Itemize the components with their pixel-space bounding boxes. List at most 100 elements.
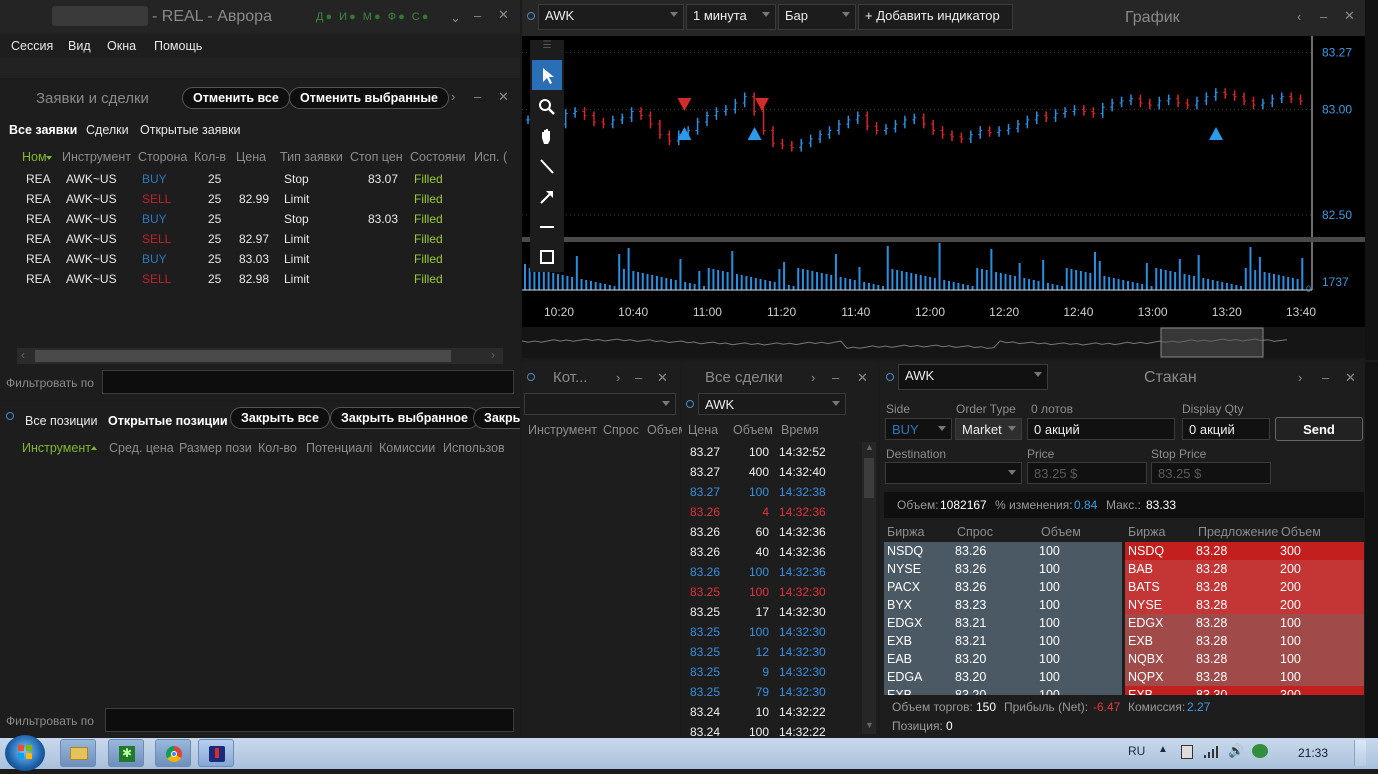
ask-row[interactable]: NQBX 83.28 100 xyxy=(1125,650,1364,668)
menu-view[interactable]: Вид xyxy=(68,39,91,53)
minimize-icon[interactable]: – xyxy=(474,89,481,104)
bid-row[interactable]: BYX 83.23 100 xyxy=(884,596,1122,614)
add-indicator-button[interactable]: + Добавить индикатор xyxy=(858,4,1013,30)
chevron-right-icon[interactable]: › xyxy=(811,370,815,385)
scroll-left-icon[interactable]: ‹ xyxy=(21,348,25,362)
cursor-tool-icon[interactable] xyxy=(532,60,562,90)
col-price[interactable]: Цена xyxy=(688,423,718,437)
update-tray-icon[interactable] xyxy=(1252,744,1268,758)
col-order-type[interactable]: Тип заявки xyxy=(280,150,343,164)
trade-row[interactable]: 83.24 10 14:32:22 xyxy=(682,702,860,722)
bid-row[interactable]: EXB 83.21 100 xyxy=(884,632,1122,650)
hand-tool-icon[interactable] xyxy=(532,122,562,152)
stop-price-input[interactable]: 83.25 $ xyxy=(1151,462,1271,484)
signal-tray-icon[interactable] xyxy=(1203,745,1219,759)
letter-s[interactable]: С xyxy=(412,11,422,23)
order-row[interactable]: REA AWK~US BUY 25 Stop 83.07 Filled xyxy=(0,168,520,188)
show-desktop-button[interactable] xyxy=(1354,740,1366,766)
toolbar-grip-icon[interactable]: ☰ xyxy=(530,40,564,54)
order-row[interactable]: REA AWK~US SELL 25 82.99 Limit Filled xyxy=(0,188,520,208)
trade-row[interactable]: 83.27 100 14:32:52 xyxy=(682,442,860,462)
ask-col-price[interactable]: Предложение xyxy=(1198,525,1278,539)
col-price[interactable]: Цена xyxy=(236,150,266,164)
col-potential[interactable]: Потенциалі xyxy=(306,441,372,455)
ask-row[interactable]: NYSE 83.28 200 xyxy=(1125,596,1364,614)
ask-row[interactable]: NQPX 83.28 100 xyxy=(1125,668,1364,686)
close-icon[interactable]: ✕ xyxy=(1344,8,1355,24)
close-selected-button[interactable]: Закрыть выбранное xyxy=(330,407,479,429)
tab-all-orders[interactable]: Все заявки xyxy=(9,123,77,137)
close-icon[interactable]: ✕ xyxy=(857,370,868,386)
zoom-tool-icon[interactable] xyxy=(532,92,562,122)
close-icon[interactable]: ✕ xyxy=(1345,370,1356,386)
chrome-taskbar-icon[interactable] xyxy=(155,739,191,767)
trade-row[interactable]: 83.26 100 14:32:36 xyxy=(682,562,860,582)
positions-filter-input[interactable] xyxy=(105,708,514,732)
chart-symbol-select[interactable]: AWK xyxy=(538,4,684,30)
col-commission[interactable]: Комиссии xyxy=(379,441,435,455)
chevron-right-icon[interactable]: › xyxy=(451,89,455,104)
ask-col-volume[interactable]: Объем xyxy=(1281,525,1321,539)
minimize-icon[interactable]: – xyxy=(1320,9,1327,24)
col-quantity[interactable]: Кол-во xyxy=(258,441,297,455)
destination-select[interactable] xyxy=(885,462,1022,484)
chevron-left-icon[interactable]: ‹ xyxy=(1297,9,1301,24)
panel-link-icon[interactable] xyxy=(6,412,14,420)
scroll-up-icon[interactable]: ▲ xyxy=(865,442,874,452)
bid-row[interactable]: EAB 83.20 100 xyxy=(884,650,1122,668)
letter-m[interactable]: М xyxy=(363,11,374,23)
col-time[interactable]: Время xyxy=(781,423,819,437)
panel-link-icon[interactable] xyxy=(527,373,535,381)
panel-link-icon[interactable] xyxy=(886,373,894,381)
col-avg-price[interactable]: Сред. цена xyxy=(109,441,174,455)
bid-col-volume[interactable]: Объем xyxy=(1041,525,1081,539)
col-stop-price[interactable]: Стоп цен xyxy=(350,150,403,164)
scroll-right-icon[interactable]: › xyxy=(491,348,495,362)
ask-row[interactable]: NSDQ 83.28 300 xyxy=(1125,542,1364,560)
trade-row[interactable]: 83.26 40 14:32:36 xyxy=(682,542,860,562)
col-side[interactable]: Сторона xyxy=(138,150,187,164)
col-exec[interactable]: Исп. ( xyxy=(474,150,507,164)
ask-row[interactable]: BATS 83.28 200 xyxy=(1125,578,1364,596)
clock[interactable]: 21:33 xyxy=(1298,746,1328,760)
order-row[interactable]: REA AWK~US BUY 25 Stop 83.03 Filled xyxy=(0,208,520,228)
start-button[interactable] xyxy=(5,735,45,771)
trade-row[interactable]: 83.25 100 14:32:30 xyxy=(682,622,860,642)
trades-symbol-select[interactable]: AWK xyxy=(698,393,846,415)
aurora-taskbar-icon[interactable] xyxy=(198,739,234,767)
trade-row[interactable]: 83.25 9 14:32:30 xyxy=(682,662,860,682)
quotes-list-select[interactable] xyxy=(524,393,676,415)
col-volume[interactable]: Объем xyxy=(647,423,687,437)
scroll-down-icon[interactable]: ▼ xyxy=(865,720,874,730)
minimize-icon[interactable]: – xyxy=(1322,370,1329,385)
menu-session[interactable]: Сессия xyxy=(11,39,53,53)
menu-help[interactable]: Помощь xyxy=(154,39,202,53)
close-icon[interactable]: ✕ xyxy=(498,89,509,105)
side-select[interactable]: BUY xyxy=(885,418,952,440)
app-taskbar-icon[interactable]: ✱ xyxy=(108,739,144,767)
tab-trades[interactable]: Сделки xyxy=(86,123,129,137)
chevron-right-icon[interactable]: › xyxy=(1298,370,1302,385)
chevron-right-icon[interactable]: › xyxy=(616,370,620,385)
ask-row[interactable]: BAB 83.28 200 xyxy=(1125,560,1364,578)
trade-row[interactable]: 83.26 4 14:32:36 xyxy=(682,502,860,522)
volume-tray-icon[interactable]: 🔊 xyxy=(1228,743,1244,759)
ask-row[interactable]: EDGX 83.28 100 xyxy=(1125,614,1364,632)
bid-row[interactable]: EXB 83.20 100 xyxy=(884,686,1122,695)
panel-link-icon[interactable] xyxy=(686,400,694,408)
tab-open-positions[interactable]: Открытые позиции xyxy=(108,414,228,428)
minimize-icon[interactable]: – xyxy=(474,8,481,23)
quantity-input[interactable]: 0 акций xyxy=(1027,418,1175,440)
cancel-selected-button[interactable]: Отменить выбранные xyxy=(289,87,449,109)
order-row[interactable]: REA AWK~US SELL 25 82.98 Limit Filled xyxy=(0,268,520,288)
close-icon[interactable]: ✕ xyxy=(498,7,509,23)
minimize-icon[interactable]: – xyxy=(832,370,839,385)
col-bid[interactable]: Спрос xyxy=(603,423,639,437)
line-tool-icon[interactable] xyxy=(532,152,562,182)
col-position-size[interactable]: Размер пози xyxy=(179,441,252,455)
tray-expand-icon[interactable]: ▲ xyxy=(1158,744,1168,755)
trade-row[interactable]: 83.25 17 14:32:30 xyxy=(682,602,860,622)
scrollbar-thumb[interactable] xyxy=(35,350,451,362)
ask-row[interactable]: EXB 83.30 300 xyxy=(1125,686,1364,695)
bid-col-exchange[interactable]: Биржа xyxy=(887,525,924,539)
